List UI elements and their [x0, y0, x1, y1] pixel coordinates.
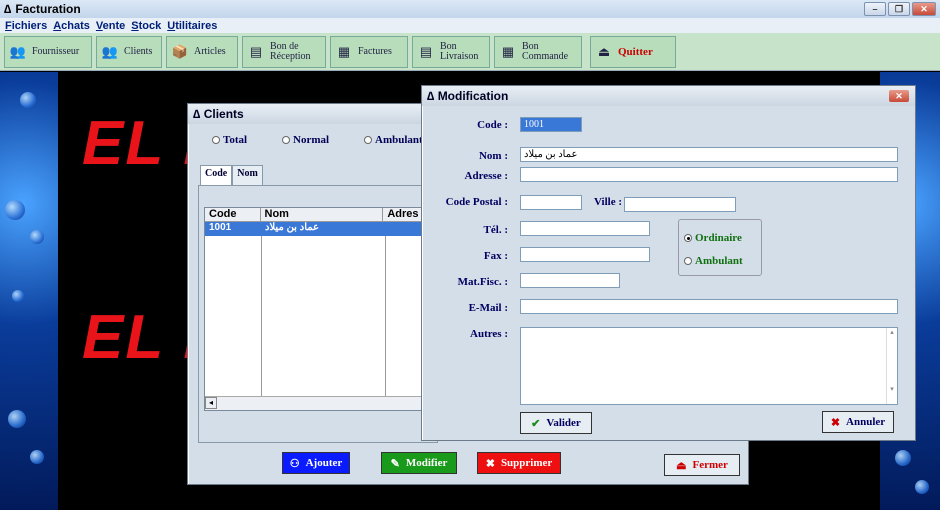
autres-label: Autres :: [470, 328, 508, 340]
code-postal-field[interactable]: [520, 195, 582, 210]
grid-icon: ▦: [337, 44, 351, 59]
exit-icon: ⏏: [597, 44, 611, 59]
nom-label: Nom :: [478, 150, 508, 162]
minimize-button[interactable]: –: [864, 2, 886, 16]
modifier-button[interactable]: ✎ Modifier: [381, 452, 457, 474]
dialog-close-button[interactable]: ✕: [889, 90, 909, 102]
menu-utilitaires[interactable]: Utilitaires: [167, 20, 217, 32]
textarea-scrollbar[interactable]: ▴ ▾: [886, 328, 897, 404]
bubble-decoration: [20, 92, 36, 108]
client-type-group: [678, 219, 762, 276]
cancel-icon: ✖: [830, 416, 841, 429]
people-icon: 👥: [9, 44, 27, 59]
horizontal-scrollbar[interactable]: ◂: [205, 396, 423, 410]
edit-icon: ✎: [390, 457, 400, 470]
fax-field[interactable]: [520, 247, 650, 262]
delete-icon: ✖: [485, 457, 495, 470]
filter-ambulant[interactable]: Ambulant: [364, 134, 423, 146]
add-user-icon: ⚇: [289, 457, 300, 470]
email-field[interactable]: [520, 299, 898, 314]
menu-stock[interactable]: Stock: [131, 20, 161, 32]
document-icon: ▤: [249, 44, 263, 59]
type-ambulant[interactable]: Ambulant: [684, 255, 743, 267]
column-header-nom[interactable]: Nom: [261, 208, 384, 221]
clients-button[interactable]: 👥 Clients: [96, 36, 162, 68]
bubble-decoration: [895, 450, 911, 466]
annuler-button[interactable]: ✖ Annuler: [822, 411, 894, 433]
box-icon: 📦: [171, 44, 189, 59]
code-postal-label: Code Postal :: [445, 196, 508, 208]
ville-label: Ville :: [594, 196, 622, 208]
adresse-field[interactable]: [520, 167, 898, 182]
fax-label: Fax :: [483, 250, 508, 262]
maximize-button[interactable]: ❐: [888, 2, 910, 16]
table-row[interactable]: 1001 عماد بن ميلاد: [205, 222, 423, 236]
column-header-code[interactable]: Code: [205, 208, 261, 221]
type-ordinaire[interactable]: Ordinaire: [684, 232, 742, 244]
tab-code[interactable]: Code: [200, 165, 233, 185]
delta-icon: ∆: [427, 89, 438, 103]
document-icon: ▤: [419, 44, 433, 59]
grid-icon: ▦: [501, 44, 515, 59]
valider-button[interactable]: ✔ Valider: [520, 412, 592, 434]
ajouter-button[interactable]: ⚇ Ajouter: [282, 452, 350, 474]
mat-fisc-label: Mat.Fisc. :: [457, 276, 508, 288]
modification-dialog: ∆ Modification ✕ Code : 1001 Nom : عماد …: [421, 85, 916, 441]
bon-livraison-button[interactable]: ▤ Bon Livraison: [412, 36, 490, 68]
bubble-decoration: [915, 480, 929, 494]
left-bubble-panel: [0, 72, 58, 510]
clients-list[interactable]: Code Nom Adres 1001 عماد بن ميلاد ◂: [204, 207, 424, 411]
mat-fisc-field[interactable]: [520, 273, 620, 288]
filter-total[interactable]: Total: [212, 134, 247, 146]
people-icon: 👥: [101, 44, 119, 59]
adresse-label: Adresse :: [464, 170, 508, 182]
exit-icon: ⏏: [676, 459, 687, 472]
bubble-decoration: [5, 200, 25, 220]
filter-normal[interactable]: Normal: [282, 134, 329, 146]
autres-textarea[interactable]: [520, 327, 898, 405]
fermer-button[interactable]: ⏏ Fermer: [664, 454, 740, 476]
bon-commande-button[interactable]: ▦ Bon Commande: [494, 36, 582, 68]
email-label: E-Mail :: [468, 302, 508, 314]
bubble-decoration: [12, 290, 24, 302]
bon-reception-button[interactable]: ▤ Bon de Réception: [242, 36, 326, 68]
delta-icon: ∆: [193, 107, 204, 121]
bubble-decoration: [30, 450, 44, 464]
toolbar: 👥 Fournisseur 👥 Clients 📦 Articles ▤ Bon…: [0, 33, 940, 71]
menu-fichiers[interactable]: Fichiers: [5, 20, 47, 32]
column-header-adresse[interactable]: Adres: [383, 208, 423, 221]
articles-button[interactable]: 📦 Articles: [166, 36, 238, 68]
quitter-button[interactable]: ⏏ Quitter: [590, 36, 676, 68]
close-button[interactable]: ✕: [912, 2, 936, 16]
menu-vente[interactable]: Vente: [96, 20, 125, 32]
app-title: Facturation: [15, 2, 81, 16]
check-icon: ✔: [531, 417, 541, 430]
bubble-decoration: [8, 410, 26, 428]
tel-label: Tél. :: [483, 224, 508, 236]
factures-button[interactable]: ▦ Factures: [330, 36, 408, 68]
supprimer-button[interactable]: ✖ Supprimer: [477, 452, 561, 474]
menu-bar: Fichiers Achats Vente Stock Utilitaires: [0, 18, 940, 33]
app-title-bar: ∆ Facturation – ❐ ✕: [0, 0, 940, 18]
scroll-left-icon[interactable]: ◂: [205, 397, 217, 409]
tel-field[interactable]: [520, 221, 650, 236]
fournisseur-button[interactable]: 👥 Fournisseur: [4, 36, 92, 68]
code-field[interactable]: 1001: [520, 117, 582, 132]
bubble-decoration: [30, 230, 44, 244]
nom-field[interactable]: عماد بن ميلاد: [520, 147, 898, 162]
menu-achats[interactable]: Achats: [53, 20, 90, 32]
ville-field[interactable]: [624, 197, 736, 212]
code-label: Code :: [477, 119, 508, 131]
modification-title-bar: ∆ Modification ✕: [422, 86, 915, 106]
app-delta-icon: ∆: [4, 2, 12, 16]
tab-nom[interactable]: Nom: [232, 165, 263, 185]
